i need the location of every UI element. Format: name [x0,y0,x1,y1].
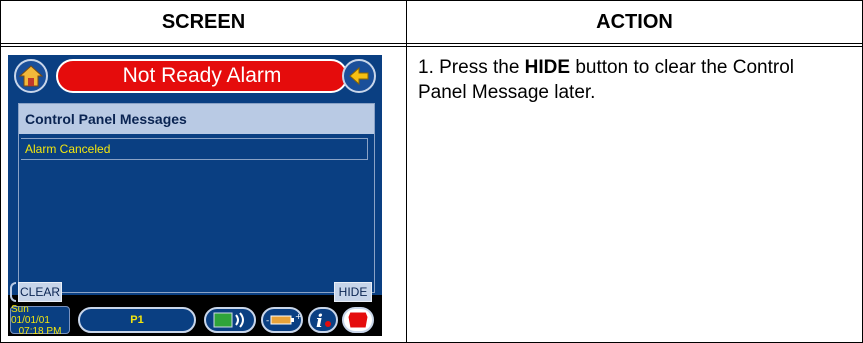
column-header-screen: SCREEN [161,10,246,33]
alarm-status-title: Not Ready Alarm [56,59,348,93]
control-panel-messages-box: Control Panel Messages Alarm Canceled [18,103,375,293]
date-text: Sun 01/01/01 [11,303,50,326]
speaker-icon [213,312,244,328]
battery-button[interactable]: - + [261,307,303,333]
table-header-divider [0,43,863,44]
svg-text:i: i [316,311,323,331]
back-button[interactable] [342,59,376,93]
clear-button[interactable]: CLEAR [18,282,62,302]
column-header-action: ACTION [596,10,673,33]
battery-icon: - + [266,312,301,326]
table-column-divider [406,0,407,343]
hide-button[interactable]: HIDE [334,282,372,302]
info-icon: i [316,311,331,331]
info-button[interactable]: i [308,307,338,333]
keypad-screenshot: Not Ready Alarm Control Panel Messages A… [8,55,382,336]
home-icon [18,65,44,87]
back-arrow-icon [349,66,369,86]
partition-button[interactable]: P1 [78,307,196,333]
table-header-divider-2 [0,46,863,47]
svg-text:-: - [266,316,269,326]
scroll-left-indicator [10,282,16,302]
volume-button[interactable] [204,307,256,333]
messages-header: Control Panel Messages [19,104,374,134]
keypad-main-panel: Not Ready Alarm Control Panel Messages A… [8,55,382,302]
home-button[interactable] [14,59,48,93]
emergency-button[interactable] [342,307,374,333]
message-item[interactable]: Alarm Canceled [21,138,368,160]
emergency-icon [347,311,369,329]
status-bar: Sun 01/01/01 07:18 PM P1 - + i [8,304,382,336]
date-time-display: Sun 01/01/01 07:18 PM [10,303,70,337]
action-step-1: 1. Press the HIDE button to clear the Co… [418,57,794,103]
svg-text:+: + [295,312,301,321]
instruction-table: SCREEN ACTION 1. Press the HIDE button t… [0,0,863,343]
time-text: 07:18 PM [18,325,62,337]
table-border-left [0,0,1,343]
action-step-emphasis: HIDE [524,57,571,78]
